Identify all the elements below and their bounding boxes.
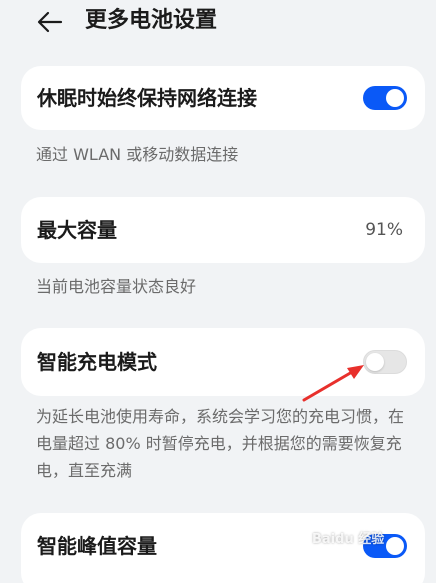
annotation-arrow-icon <box>302 365 364 402</box>
back-button[interactable] <box>34 6 66 38</box>
setting-description: 为延长电池使用寿命，系统会学习您的充电习惯，在电量超过 80% 时暂停充电，并根… <box>36 407 405 480</box>
setting-label: 休眠时始终保持网络连接 <box>37 86 257 110</box>
setting-max-capacity[interactable]: 最大容量 91% <box>21 197 425 263</box>
page-title: 更多电池设置 <box>85 8 218 33</box>
watermark-url: jingyan.baidu.com <box>316 566 409 577</box>
watermark-logo: Baidu 经验 <box>312 532 385 547</box>
switch-knob <box>386 537 404 555</box>
setting-label: 智能充电模式 <box>37 350 157 374</box>
setting-description: 当前电池容量状态良好 <box>36 277 197 296</box>
setting-label: 最大容量 <box>37 218 117 242</box>
max-capacity-value: 91% <box>365 220 403 240</box>
setting-description: 通过 WLAN 或移动数据连接 <box>36 145 239 164</box>
battery-settings-page: 更多电池设置 休眠时始终保持网络连接 通过 WLAN 或移动数据连接 最大容量 … <box>0 0 436 583</box>
arrow-left-icon <box>37 11 63 33</box>
page-header: 更多电池设置 <box>0 0 436 44</box>
setting-label: 智能峰值容量 <box>37 534 157 558</box>
switch-knob <box>386 89 404 107</box>
network-keepalive-switch[interactable] <box>363 86 407 110</box>
setting-network-keepalive[interactable]: 休眠时始终保持网络连接 <box>21 66 425 130</box>
